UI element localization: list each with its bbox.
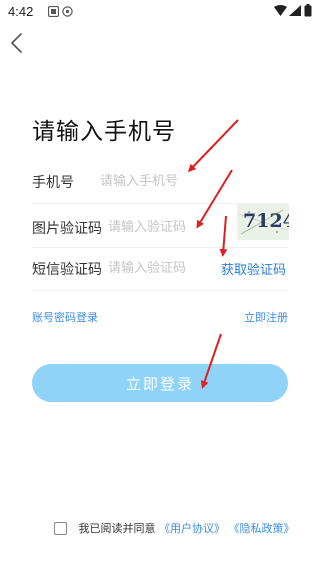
sms-code-input[interactable] [108, 257, 218, 279]
captcha-text: 7124 [243, 210, 289, 232]
notification-icon [48, 6, 59, 17]
phone-input[interactable] [100, 170, 280, 192]
wifi-icon [274, 5, 287, 16]
image-code-row: 图片验证码 7124 [32, 204, 289, 248]
sms-code-row: 短信验证码 获取验证码 [32, 247, 288, 291]
back-button[interactable] [4, 30, 30, 56]
phone-label: 手机号 [32, 175, 74, 191]
image-code-input[interactable] [108, 216, 228, 238]
register-link[interactable]: 立即注册 [244, 309, 288, 325]
privacy-policy-link[interactable]: 《隐私政策》 [229, 522, 295, 535]
login-button[interactable]: 立即登录 [32, 364, 288, 402]
agreement-row: 我已阅读并同意 《用户协议》 《隐私政策》 [54, 520, 295, 536]
chevron-left-icon [11, 33, 22, 53]
user-agreement-link[interactable]: 《用户协议》 [159, 522, 225, 535]
image-code-label: 图片验证码 [32, 221, 102, 237]
agreement-checkbox[interactable] [54, 521, 67, 535]
sync-icon [62, 6, 73, 17]
captcha-image[interactable]: 7124 [237, 204, 289, 240]
agreement-text: 我已阅读并同意 [78, 522, 156, 535]
get-code-button[interactable]: 获取验证码 [221, 259, 286, 278]
sms-code-label: 短信验证码 [32, 262, 102, 278]
status-bar: 4:42 [0, 0, 320, 24]
phone-row: 手机号 [32, 160, 288, 204]
password-login-link[interactable]: 账号密码登录 [32, 309, 98, 325]
page-title: 请输入手机号 [32, 119, 176, 145]
signal-icon [289, 5, 301, 16]
battery-icon [304, 4, 312, 17]
status-time: 4:42 [8, 4, 34, 19]
